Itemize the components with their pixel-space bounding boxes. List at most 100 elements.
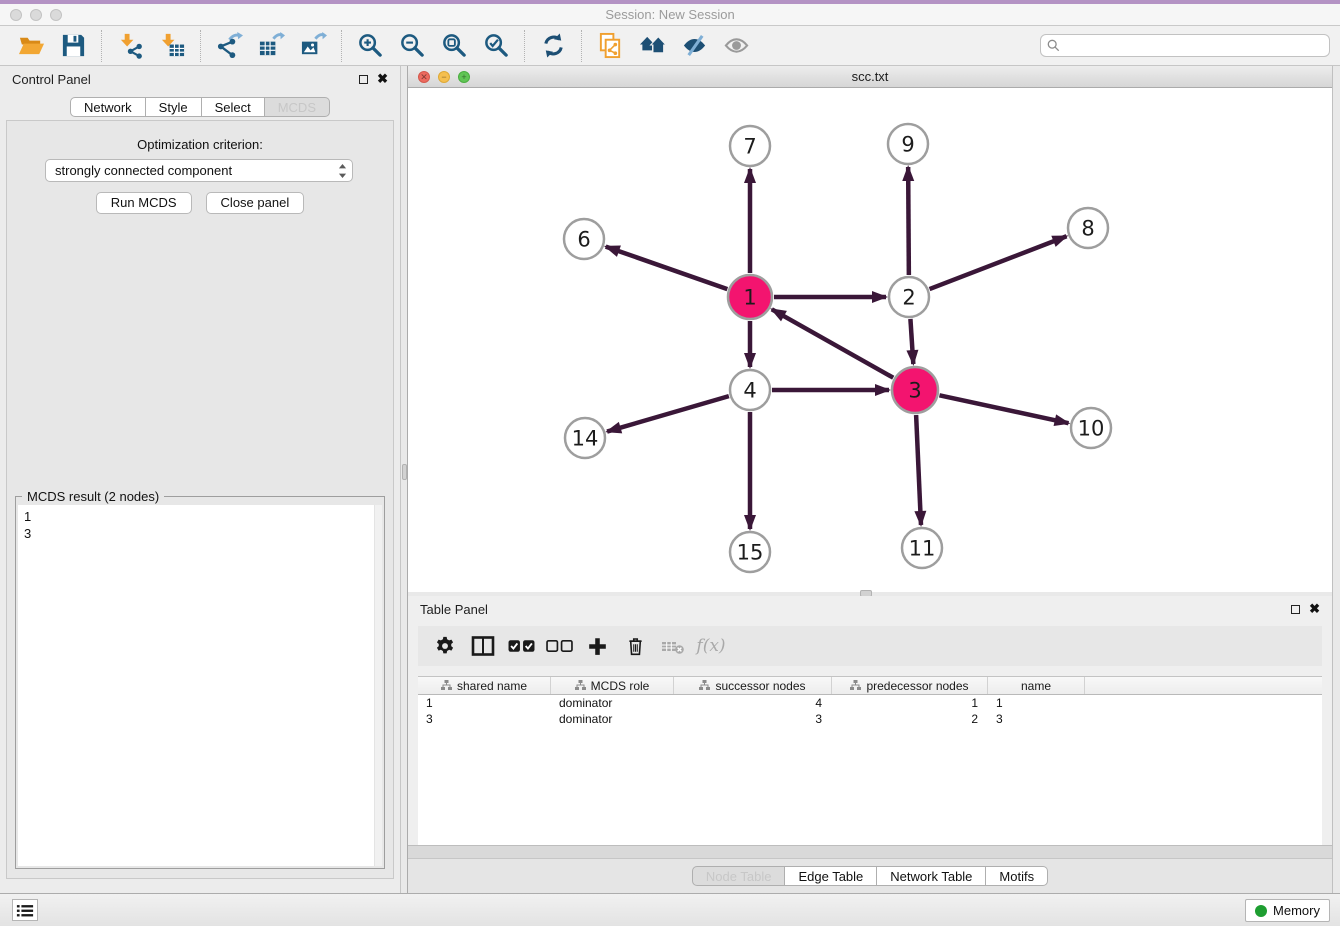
memory-button[interactable]: Memory bbox=[1245, 899, 1330, 922]
delete-columns-icon[interactable] bbox=[618, 631, 652, 661]
mcds-result-text: 1 3 bbox=[18, 505, 382, 545]
hide-details-icon[interactable] bbox=[678, 30, 710, 62]
graph-node-14[interactable]: 14 bbox=[565, 418, 605, 458]
graph-node-10[interactable]: 10 bbox=[1071, 408, 1111, 448]
table-cell[interactable]: 1 bbox=[418, 695, 551, 711]
table-cell[interactable]: 1 bbox=[988, 695, 1085, 711]
show-details-icon[interactable] bbox=[720, 30, 752, 62]
graph-edge-3-1[interactable] bbox=[772, 309, 893, 377]
graph-node-11[interactable]: 11 bbox=[902, 528, 942, 568]
import-table-icon[interactable] bbox=[156, 30, 188, 62]
tab-edge-table[interactable]: Edge Table bbox=[785, 866, 877, 886]
delete-table-icon-disabled bbox=[656, 631, 690, 661]
open-session-icon[interactable] bbox=[15, 30, 47, 62]
table-panel: Table Panel ✖ f(x) shared bbox=[408, 596, 1332, 893]
close-panel-button[interactable]: Close panel bbox=[206, 192, 305, 214]
graph-node-6[interactable]: 6 bbox=[564, 219, 604, 259]
tab-node-table[interactable]: Node Table bbox=[692, 866, 786, 886]
table-cell[interactable]: 2 bbox=[832, 711, 988, 727]
graph-node-7[interactable]: 7 bbox=[730, 126, 770, 166]
window-minimize-icon[interactable] bbox=[30, 9, 42, 21]
graph-node-15[interactable]: 15 bbox=[730, 532, 770, 572]
network-close-icon[interactable]: ✕ bbox=[418, 71, 430, 83]
graph-node-2[interactable]: 2 bbox=[889, 277, 929, 317]
graph-edge-3-11[interactable] bbox=[916, 415, 921, 525]
float-table-panel-icon[interactable] bbox=[1291, 605, 1300, 614]
table-row[interactable]: 3dominator323 bbox=[418, 711, 1322, 727]
graph-edge-4-14[interactable] bbox=[607, 396, 729, 431]
network-zoom-icon[interactable]: + bbox=[458, 71, 470, 83]
graph-edge-2-8[interactable] bbox=[930, 236, 1067, 289]
tab-network-table[interactable]: Network Table bbox=[877, 866, 986, 886]
fx-label: f(x) bbox=[696, 636, 725, 656]
close-panel-icon[interactable]: ✖ bbox=[377, 74, 388, 84]
export-network-icon[interactable] bbox=[213, 30, 245, 62]
graph-edge-2-3[interactable] bbox=[910, 319, 913, 364]
deselect-all-checkboxes-icon[interactable] bbox=[542, 631, 576, 661]
table-cell[interactable]: 1 bbox=[832, 695, 988, 711]
criterion-value: strongly connected component bbox=[55, 163, 232, 178]
table-cell[interactable]: 3 bbox=[988, 711, 1085, 727]
export-image-icon[interactable] bbox=[297, 30, 329, 62]
select-all-checkboxes-icon[interactable] bbox=[504, 631, 538, 661]
svg-text:3: 3 bbox=[908, 379, 921, 403]
tab-motifs[interactable]: Motifs bbox=[986, 866, 1048, 886]
toggle-panels-icon[interactable] bbox=[466, 631, 500, 661]
search-icon bbox=[1047, 39, 1060, 52]
result-scrollbar[interactable] bbox=[374, 505, 382, 866]
graph-node-9[interactable]: 9 bbox=[888, 124, 928, 164]
refresh-layout-icon[interactable] bbox=[537, 30, 569, 62]
graph-node-1[interactable]: 1 bbox=[728, 275, 772, 319]
graph-edge-1-6[interactable] bbox=[606, 247, 728, 289]
table-row[interactable]: 1dominator411 bbox=[418, 695, 1322, 711]
add-column-icon[interactable] bbox=[580, 631, 614, 661]
window-close-icon[interactable] bbox=[10, 9, 22, 21]
zoom-in-icon[interactable] bbox=[354, 30, 386, 62]
zoom-fit-icon[interactable] bbox=[438, 30, 470, 62]
export-table-icon[interactable] bbox=[255, 30, 287, 62]
criterion-select[interactable]: strongly connected component bbox=[45, 159, 353, 182]
table-cell[interactable]: 3 bbox=[674, 711, 832, 727]
column-header-MCDS-role[interactable]: MCDS role bbox=[551, 677, 674, 694]
settings-gear-icon[interactable] bbox=[428, 631, 462, 661]
run-mcds-button[interactable]: Run MCDS bbox=[96, 192, 192, 214]
svg-text:6: 6 bbox=[577, 228, 590, 252]
splitter-handle[interactable] bbox=[402, 464, 407, 480]
toolbar-search-field[interactable] bbox=[1040, 34, 1330, 57]
home-icon[interactable] bbox=[636, 30, 668, 62]
zoom-out-icon[interactable] bbox=[396, 30, 428, 62]
column-header-successor-nodes[interactable]: successor nodes bbox=[674, 677, 832, 694]
column-header-shared-name[interactable]: shared name bbox=[418, 677, 551, 694]
table-cell[interactable]: dominator bbox=[551, 711, 674, 727]
tab-network[interactable]: Network bbox=[70, 97, 146, 117]
network-canvas[interactable]: 1 2 3 4 6 7 8 9 10 11 14 15 bbox=[408, 88, 1332, 592]
duplicate-network-icon[interactable] bbox=[594, 30, 626, 62]
search-input[interactable] bbox=[1064, 39, 1323, 53]
save-session-icon[interactable] bbox=[57, 30, 89, 62]
column-header-name[interactable]: name bbox=[988, 677, 1085, 694]
float-panel-icon[interactable] bbox=[359, 75, 368, 84]
window-zoom-icon[interactable] bbox=[50, 9, 62, 21]
tab-style[interactable]: Style bbox=[146, 97, 202, 117]
svg-text:2: 2 bbox=[902, 286, 915, 310]
vertical-splitter[interactable] bbox=[400, 66, 408, 893]
table-cell[interactable]: 3 bbox=[418, 711, 551, 727]
graph-edge-3-10[interactable] bbox=[939, 395, 1068, 423]
mcds-result-area[interactable]: 1 3 bbox=[18, 505, 382, 866]
window-traffic-lights[interactable] bbox=[10, 9, 62, 21]
graph-node-4[interactable]: 4 bbox=[730, 370, 770, 410]
column-header-predecessor-nodes[interactable]: predecessor nodes bbox=[832, 677, 988, 694]
control-panel-tabs: Network Style Select MCDS bbox=[0, 97, 400, 117]
import-network-icon[interactable] bbox=[114, 30, 146, 62]
close-table-panel-icon[interactable]: ✖ bbox=[1309, 604, 1320, 614]
graph-node-8[interactable]: 8 bbox=[1068, 208, 1108, 248]
network-minimize-icon[interactable]: − bbox=[438, 71, 450, 83]
tab-select[interactable]: Select bbox=[202, 97, 265, 117]
task-history-button[interactable] bbox=[12, 899, 38, 921]
table-cell[interactable]: 4 bbox=[674, 695, 832, 711]
graph-node-3[interactable]: 3 bbox=[892, 367, 938, 413]
tab-mcds[interactable]: MCDS bbox=[265, 97, 330, 117]
zoom-selected-icon[interactable] bbox=[480, 30, 512, 62]
graph-edge-2-9[interactable] bbox=[908, 167, 909, 275]
table-cell[interactable]: dominator bbox=[551, 695, 674, 711]
